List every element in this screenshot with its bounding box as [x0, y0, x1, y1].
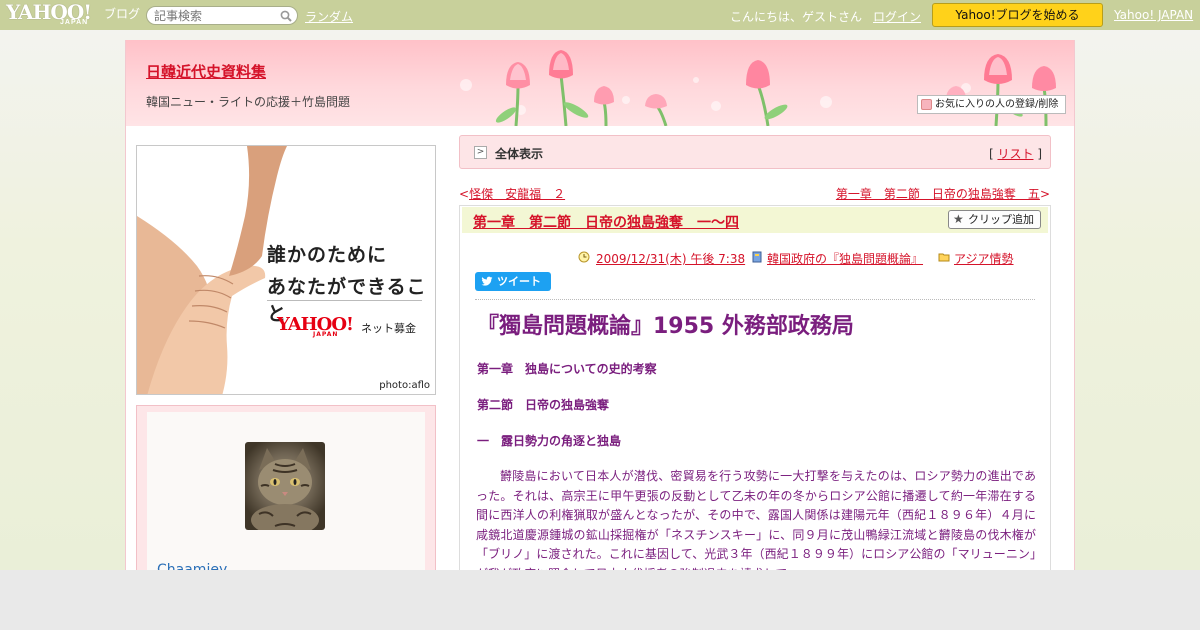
ad-yahoo-logo-japan: JAPAN	[313, 331, 339, 338]
list-view-link[interactable]: リスト	[997, 147, 1033, 161]
profile-inner: Chaamiey	[147, 412, 425, 582]
article-heading: 『獨島問題概論』1955 外務部政務局	[477, 314, 854, 339]
next-article-nav: 第一章 第二節 日帝の独島強奪 五>	[836, 185, 1050, 202]
blog-container: 日韓近代史資料集 韓国ニュー・ライトの応援＋竹島問題 お気に入りの人の登録/削除…	[125, 40, 1075, 582]
article-folder-link[interactable]: アジア情勢	[954, 252, 1014, 266]
previous-article-nav: <怪傑 安龍福 ２	[459, 185, 565, 202]
next-arrow: >	[1039, 187, 1050, 201]
article-folder: アジア情勢	[938, 250, 1014, 267]
section-heading: 第二節 日帝の独島強奪	[477, 398, 610, 412]
star-icon: ★	[953, 212, 964, 226]
clip-add-button[interactable]: ★ クリップ追加	[948, 210, 1041, 229]
chapter-heading: 第一章 独島についての史的考察	[477, 362, 657, 376]
article-category: 韓国政府の『独島問題概論』	[752, 250, 923, 267]
article-title-link[interactable]: 第一章 第二節 日帝の独島強奪 一～四	[473, 212, 739, 232]
charity-ad-banner[interactable]: 誰かのために あなたができること YAHOO! JAPAN ネット募金 phot…	[136, 145, 436, 395]
random-link[interactable]: ランダム	[305, 8, 353, 25]
prev-arrow: <	[459, 187, 470, 201]
yahoo-logo-japan: JAPAN	[60, 19, 89, 26]
heart-icon	[921, 99, 932, 110]
search-input[interactable]	[154, 8, 279, 23]
ad-divider	[267, 300, 422, 301]
avatar[interactable]	[245, 442, 325, 530]
article-category-link[interactable]: 韓国政府の『独島問題概論』	[767, 252, 923, 266]
arrow-right-icon: >	[474, 146, 487, 159]
article-separator	[475, 299, 1035, 300]
tweet-label: ツイート	[497, 275, 541, 288]
hands-illustration	[137, 146, 287, 394]
tweet-button[interactable]: ツイート	[475, 272, 551, 291]
clip-add-label: クリップ追加	[968, 213, 1034, 226]
previous-article-link[interactable]: 怪傑 安龍福 ２	[469, 187, 565, 201]
ad-line-1: 誰かのために	[267, 244, 388, 266]
search-box	[146, 6, 298, 25]
favorite-register-button[interactable]: お気に入りの人の登録/削除	[917, 95, 1066, 114]
start-blog-button[interactable]: Yahoo!ブログを始める	[932, 3, 1103, 27]
profile-panel: Chaamiey	[136, 405, 436, 582]
article-body-text: 欝陵島において日本人が潜伐、密貿易を行う攻勢に一大打撃を与えたのは、ロシア勢力の…	[476, 469, 1036, 581]
page-bottom-area	[0, 570, 1200, 630]
login-link[interactable]: ログイン	[873, 8, 921, 25]
cat-photo	[251, 448, 319, 530]
folder-icon	[938, 253, 950, 262]
article-entry: 第一章 第二節 日帝の独島強奪 一～四 ★ クリップ追加 2009/12/31(…	[459, 205, 1051, 581]
greeting-text: こんにちは、ゲストさん	[730, 10, 863, 24]
twitter-bird-icon	[481, 276, 493, 286]
subsection-heading: 一 露日勢力の角逐と独島	[477, 434, 622, 448]
favorite-register-label: お気に入りの人の登録/削除	[935, 99, 1059, 110]
yahoo-japan-link[interactable]: Yahoo! JAPAN	[1114, 8, 1193, 22]
list-bracket-open: [	[988, 147, 994, 161]
blog-logo-text: ブログ	[104, 7, 141, 21]
list-view-control: [ リスト ]	[989, 145, 1042, 162]
clock-icon	[578, 251, 590, 263]
top-navigation-bar: YAHOO! JAPAN ブログ ランダム こんにちは、ゲストさん ログイン Y…	[0, 0, 1200, 30]
yahoo-blog-logo[interactable]: YAHOO! JAPAN ブログ	[6, 2, 140, 28]
next-article-link[interactable]: 第一章 第二節 日帝の独島強奪 五	[836, 187, 1040, 201]
article-date: 2009/12/31(木) 午後 7:38	[578, 250, 745, 267]
article-date-link[interactable]: 2009/12/31(木) 午後 7:38	[596, 252, 745, 266]
blog-subtitle: 韓国ニュー・ライトの応援＋竹島問題	[146, 95, 351, 109]
search-icon[interactable]	[280, 10, 292, 22]
ad-photo-credit: photo:aflo	[379, 380, 430, 391]
ad-service-name: ネット募金	[361, 322, 416, 335]
show-all-label[interactable]: 全体表示	[495, 145, 543, 162]
blog-title-link[interactable]: 日韓近代史資料集	[146, 61, 266, 82]
article-title-bar: 第一章 第二節 日帝の独島強奪 一～四 ★ クリップ追加	[462, 207, 1048, 233]
display-mode-bar: > 全体表示 [ リスト ]	[459, 135, 1051, 169]
blog-header: 日韓近代史資料集 韓国ニュー・ライトの応援＋竹島問題 お気に入りの人の登録/削除	[126, 40, 1074, 126]
book-icon	[752, 251, 762, 263]
list-bracket-close: ]	[1037, 147, 1042, 161]
